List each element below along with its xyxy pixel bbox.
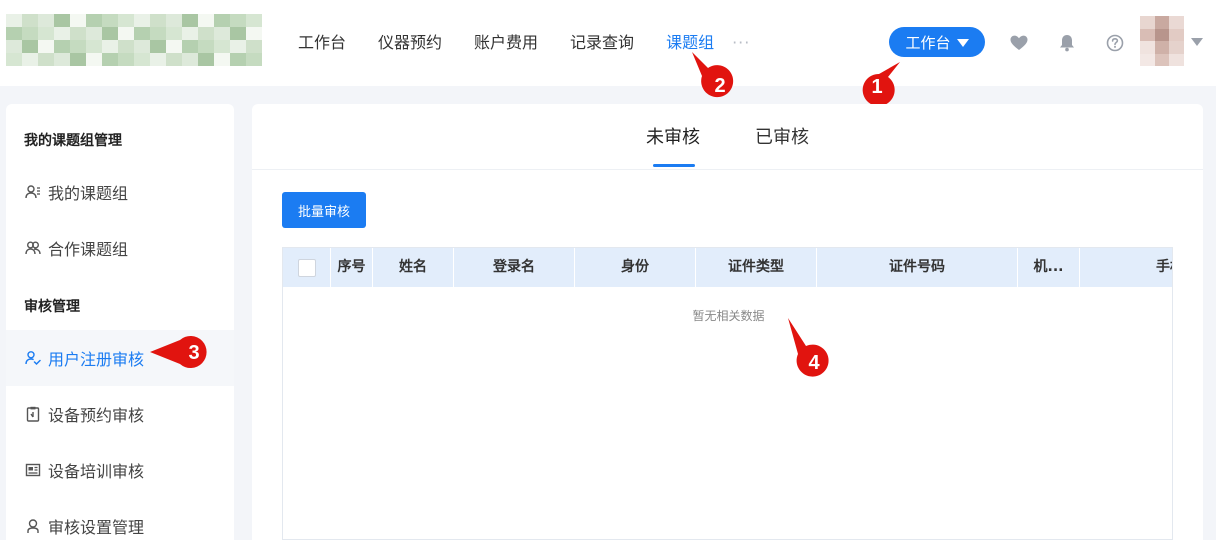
main-nav: 工作台 仪器预约 账户费用 记录查询 课题组 ··· xyxy=(298,28,750,58)
user-review-table: 序号 姓名 登录名 身份 证件类型 证件号码 机... 手机 暂无相关数据 xyxy=(282,247,1173,540)
logo xyxy=(6,14,262,66)
top-bar: 工作台 仪器预约 账户费用 记录查询 课题组 ··· 工作台 xyxy=(0,0,1216,86)
column-header-index[interactable]: 序号 xyxy=(331,248,373,287)
sidebar-item-review-settings[interactable]: 审核设置管理 xyxy=(6,498,234,540)
sidebar-item-label: 我的课题组 xyxy=(48,184,129,203)
nav-item-instrument-booking[interactable]: 仪器预约 xyxy=(378,28,442,58)
caret-down-icon xyxy=(956,38,969,47)
tab-reviewed[interactable]: 已审核 xyxy=(755,123,809,149)
training-icon xyxy=(24,461,42,479)
clipboard-icon xyxy=(24,405,42,423)
help-icon[interactable] xyxy=(1105,33,1125,53)
sidebar-item-label: 审核设置管理 xyxy=(48,518,145,537)
column-header-login[interactable]: 登录名 xyxy=(454,248,575,287)
marker-label: 2 xyxy=(714,75,725,97)
workspace-dropdown-button[interactable]: 工作台 xyxy=(889,27,985,57)
table-header: 序号 姓名 登录名 身份 证件类型 证件号码 机... 手机 xyxy=(283,248,1172,287)
active-tab-indicator xyxy=(653,164,695,167)
sidebar-item-equipment-training-review[interactable]: 设备培训审核 xyxy=(6,442,234,498)
user-check-icon xyxy=(24,349,42,367)
select-all-cell xyxy=(283,248,331,287)
settings-user-icon xyxy=(24,517,42,535)
annotation-marker-3: 3 xyxy=(150,336,207,368)
main-panel: 未审核 已审核 批量审核 序号 姓名 登录名 身份 证件类型 证件号码 机...… xyxy=(252,104,1203,540)
heart-icon[interactable] xyxy=(1009,33,1029,53)
empty-state-text: 暂无相关数据 xyxy=(692,309,765,323)
sidebar-item-partner-groups[interactable]: 合作课题组 xyxy=(6,220,234,276)
marker-label: 4 xyxy=(808,352,820,374)
review-tabs: 未审核 已审核 xyxy=(252,104,1203,170)
annotation-marker-2: 2 xyxy=(692,52,734,98)
tab-pending[interactable]: 未审核 xyxy=(646,123,700,149)
user-list-icon xyxy=(24,183,42,201)
sidebar-item-label: 用户注册审核 xyxy=(48,350,145,369)
sidebar-item-label: 设备培训审核 xyxy=(48,462,145,481)
column-header-phone[interactable]: 手机 xyxy=(1080,248,1172,287)
column-header-id-number[interactable]: 证件号码 xyxy=(817,248,1018,287)
marker-label: 1 xyxy=(871,76,882,98)
annotation-marker-4: 4 xyxy=(788,318,829,377)
annotation-marker-1: 1 xyxy=(862,62,900,104)
sidebar-item-label: 合作课题组 xyxy=(48,240,129,259)
column-header-name[interactable]: 姓名 xyxy=(373,248,454,287)
avatar-caret-icon[interactable] xyxy=(1191,38,1203,46)
column-header-identity[interactable]: 身份 xyxy=(575,248,696,287)
nav-item-workbench[interactable]: 工作台 xyxy=(298,28,346,58)
nav-item-account-fees[interactable]: 账户费用 xyxy=(474,28,538,58)
workspace-button-label: 工作台 xyxy=(905,33,951,52)
sidebar: 我的课题组管理 我的课题组 合作课题组 审核管理 用户注册审核 设备预约审核 设… xyxy=(6,104,234,540)
column-header-id-type[interactable]: 证件类型 xyxy=(696,248,817,287)
batch-review-button[interactable]: 批量审核 xyxy=(282,192,366,228)
column-header-institution[interactable]: 机... xyxy=(1018,248,1080,287)
sidebar-item-equipment-booking-review[interactable]: 设备预约审核 xyxy=(6,386,234,442)
marker-label: 3 xyxy=(188,342,199,364)
nav-item-record-query[interactable]: 记录查询 xyxy=(570,28,634,58)
select-all-checkbox[interactable] xyxy=(298,259,316,277)
users-icon xyxy=(24,239,42,257)
sidebar-section-review: 审核管理 xyxy=(24,299,80,315)
sidebar-item-label: 设备预约审核 xyxy=(48,406,145,425)
sidebar-section-my-groups: 我的课题组管理 xyxy=(24,133,122,149)
sidebar-item-my-research-group[interactable]: 我的课题组 xyxy=(6,164,234,220)
user-avatar[interactable] xyxy=(1140,16,1184,66)
bell-icon[interactable] xyxy=(1057,33,1077,53)
